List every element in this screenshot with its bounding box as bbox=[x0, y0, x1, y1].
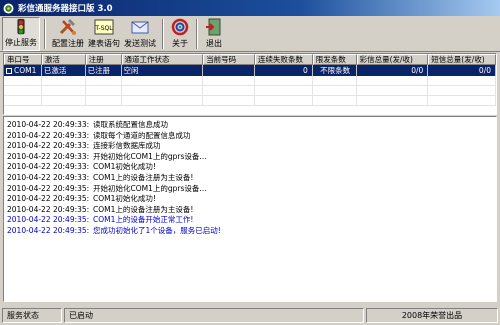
col-header-mms-total[interactable]: 彩信总量(发/收) bbox=[356, 54, 429, 65]
toolbar: 停止服务 配置注册 T-SQL 建表语句 发送测试 关于 退出 bbox=[0, 16, 500, 52]
stop-service-button[interactable]: 停止服务 bbox=[2, 17, 40, 51]
title-bar[interactable]: 彩信通服务器接口版 3.0 bbox=[0, 0, 500, 16]
col-header-current-number[interactable]: 当前号码 bbox=[203, 54, 255, 65]
copyright-text: 2008年荣誉出品 bbox=[366, 308, 498, 323]
col-header-consecutive-failures[interactable]: 连续失败条数 bbox=[254, 54, 313, 65]
log-line: 2010-04-22 20:49:33: 读取系统配置信息成功 bbox=[7, 120, 496, 131]
about-icon bbox=[171, 18, 189, 36]
cell-current-number bbox=[203, 65, 255, 76]
row-checkbox[interactable] bbox=[6, 68, 12, 74]
status-bar: 服务状态 已启动 2008年荣誉出品 bbox=[0, 306, 500, 325]
exit-button[interactable]: 退出 bbox=[202, 17, 226, 51]
config-register-button[interactable]: 配置注册 bbox=[50, 17, 86, 51]
col-header-sms-total[interactable]: 短信总量(发/收) bbox=[428, 54, 496, 65]
config-register-label: 配置注册 bbox=[52, 39, 84, 48]
cell-port: COM1 bbox=[4, 65, 42, 76]
tools-icon bbox=[59, 19, 76, 35]
col-header-port[interactable]: 串口号 bbox=[4, 54, 42, 65]
status-label: 服务状态 bbox=[2, 308, 62, 323]
log-line: 2010-04-22 20:49:35: COM1上的设备开始正常工作! bbox=[7, 215, 496, 226]
status-value: 已启动 bbox=[64, 308, 364, 323]
table-row[interactable]: COM1 已激活 已注册 空闲 0 不限条数 0/0 0/0 bbox=[4, 65, 496, 76]
svg-text:T-SQL: T-SQL bbox=[94, 25, 113, 32]
about-button[interactable]: 关于 bbox=[168, 17, 192, 51]
log-timestamp: 2010-04-22 20:49:35: bbox=[7, 215, 90, 225]
log-message: 开始初始化COM1上的gprs设备... bbox=[93, 151, 207, 161]
create-table-button[interactable]: T-SQL 建表语句 bbox=[86, 17, 122, 51]
col-header-registered[interactable]: 注册 bbox=[85, 54, 122, 65]
log-line: 2010-04-22 20:49:33: COM1上的设备注册为主设备! bbox=[7, 173, 496, 184]
cell-port-text: COM1 bbox=[14, 66, 37, 75]
window-title: 彩信通服务器接口版 3.0 bbox=[18, 4, 113, 14]
grid-header: 串口号 激活 注册 通道工作状态 当前号码 连续失败条数 限发条数 彩信总量(发… bbox=[4, 54, 496, 65]
log-message: COM1初始化成功! bbox=[93, 162, 156, 172]
about-label: 关于 bbox=[172, 39, 188, 48]
toolbar-separator bbox=[162, 19, 164, 49]
cell-activated: 已激活 bbox=[42, 65, 86, 76]
log-panel[interactable]: 2010-04-22 20:49:33: 读取系统配置信息成功 2010-04-22… bbox=[3, 116, 497, 302]
col-header-send-limit[interactable]: 限发条数 bbox=[312, 54, 357, 65]
log-message: 您成功初始化了1个设备，服务已启动! bbox=[93, 225, 221, 235]
log-line: 2010-04-22 20:49:33: 开始初始化COM1上的gprs设备... bbox=[7, 152, 496, 163]
cell-mms-total: 0/0 bbox=[357, 65, 429, 76]
log-timestamp: 2010-04-22 20:49:35: bbox=[7, 194, 90, 204]
log-line: 2010-04-22 20:49:35: 您成功初始化了1个设备，服务已启动! bbox=[7, 226, 496, 237]
log-message: 连接彩信数据库成功 bbox=[93, 141, 161, 151]
app-icon bbox=[3, 3, 14, 13]
log-message: COM1上的设备注册为主设备! bbox=[93, 172, 194, 182]
cell-registered: 已注册 bbox=[86, 65, 122, 76]
log-message: COM1初始化成功! bbox=[93, 194, 156, 204]
create-table-label: 建表语句 bbox=[88, 39, 120, 48]
stop-traffic-light-icon bbox=[17, 18, 25, 35]
t-sql-icon: T-SQL bbox=[94, 19, 114, 35]
log-message: COM1上的设备开始正常工作! bbox=[93, 215, 194, 225]
send-test-icon bbox=[131, 21, 149, 34]
cell-send-limit: 不限条数 bbox=[313, 65, 357, 76]
toolbar-separator bbox=[196, 19, 198, 49]
send-test-button[interactable]: 发送测试 bbox=[122, 17, 158, 51]
log-timestamp: 2010-04-22 20:49:33: bbox=[7, 162, 90, 172]
col-header-status[interactable]: 通道工作状态 bbox=[121, 54, 204, 65]
log-timestamp: 2010-04-22 20:49:33: bbox=[7, 141, 90, 151]
exit-icon bbox=[206, 18, 221, 36]
log-message: 读取系统配置信息成功 bbox=[93, 120, 168, 129]
exit-label: 退出 bbox=[206, 39, 222, 48]
empty-row bbox=[4, 86, 496, 96]
log-message: COM1上的设备注册为主设备! bbox=[93, 204, 194, 214]
log-line: 2010-04-22 20:49:33: 读取每个通道的配置信息成功 bbox=[7, 131, 496, 142]
log-message: 开始初始化COM1上的gprs设备... bbox=[93, 183, 207, 193]
log-timestamp: 2010-04-22 20:49:33: bbox=[7, 120, 90, 129]
log-line: 2010-04-22 20:49:33: 连接彩信数据库成功 bbox=[7, 141, 496, 152]
log-line: 2010-04-22 20:49:35: COM1初始化成功! bbox=[7, 194, 496, 205]
log-line: 2010-04-22 20:49:33: COM1初始化成功! bbox=[7, 162, 496, 173]
log-line: 2010-04-22 20:49:35: COM1上的设备注册为主设备! bbox=[7, 205, 496, 216]
log-timestamp: 2010-04-22 20:49:33: bbox=[7, 151, 90, 161]
cell-sms-total: 0/0 bbox=[428, 65, 496, 76]
toolbar-separator bbox=[44, 19, 46, 49]
log-timestamp: 2010-04-22 20:49:33: bbox=[7, 130, 90, 140]
log-message: 读取每个通道的配置信息成功 bbox=[93, 130, 191, 140]
empty-row bbox=[4, 76, 496, 86]
channel-grid[interactable]: 串口号 激活 注册 通道工作状态 当前号码 连续失败条数 限发条数 彩信总量(发… bbox=[3, 53, 497, 115]
col-header-activated[interactable]: 激活 bbox=[41, 54, 86, 65]
cell-consecutive-failures: 0 bbox=[255, 65, 313, 76]
log-line: 2010-04-22 20:49:35: 开始初始化COM1上的gprs设备... bbox=[7, 184, 496, 195]
cell-status: 空闲 bbox=[122, 65, 204, 76]
send-test-label: 发送测试 bbox=[124, 39, 156, 48]
log-timestamp: 2010-04-22 20:49:33: bbox=[7, 172, 90, 182]
log-timestamp: 2010-04-22 20:49:35: bbox=[7, 225, 90, 235]
log-timestamp: 2010-04-22 20:49:35: bbox=[7, 183, 90, 193]
stop-service-label: 停止服务 bbox=[5, 38, 37, 47]
log-timestamp: 2010-04-22 20:49:35: bbox=[7, 204, 90, 214]
empty-row bbox=[4, 96, 496, 106]
